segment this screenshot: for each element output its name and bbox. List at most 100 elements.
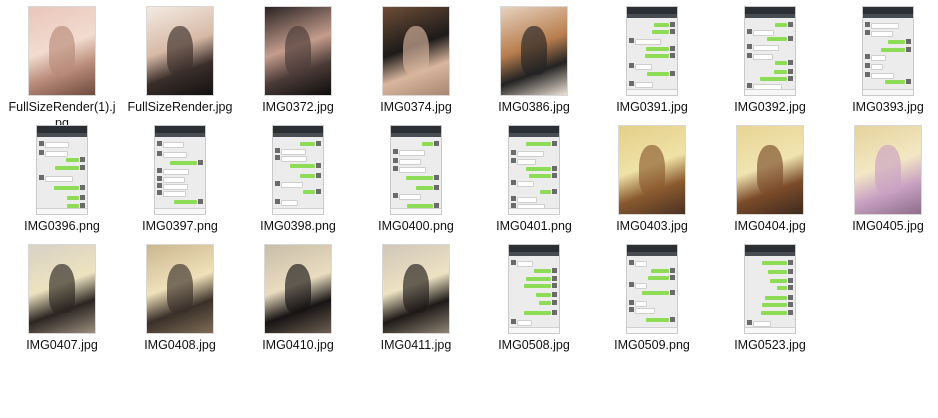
file-name: IMG0405.jpg bbox=[852, 219, 924, 233]
file-thumbnail-area bbox=[478, 242, 590, 336]
file-name: IMG0393.jpg bbox=[852, 100, 924, 114]
photo-thumbnail[interactable] bbox=[382, 6, 450, 96]
chat-screenshot-thumbnail[interactable] bbox=[862, 6, 914, 96]
chat-screenshot-thumbnail[interactable] bbox=[508, 244, 560, 334]
chat-screenshot-thumbnail[interactable] bbox=[626, 244, 678, 334]
chat-screenshot-thumbnail[interactable] bbox=[744, 244, 796, 334]
file-item[interactable]: IMG0391.jpg bbox=[596, 4, 708, 122]
file-name: FullSizeRender.jpg bbox=[127, 100, 233, 114]
file-item[interactable]: IMG0403.jpg bbox=[596, 123, 708, 241]
photo-thumbnail[interactable] bbox=[500, 6, 568, 96]
file-name: IMG0407.jpg bbox=[26, 338, 98, 352]
file-item[interactable]: FullSizeRender(1).jpg bbox=[6, 4, 118, 130]
file-thumbnail-area bbox=[478, 123, 590, 217]
file-name: IMG0398.png bbox=[260, 219, 336, 233]
file-name: IMG0410.jpg bbox=[262, 338, 334, 352]
photo-subject bbox=[166, 26, 194, 75]
file-thumbnail-area bbox=[6, 4, 118, 98]
chat-screenshot-thumbnail[interactable] bbox=[508, 125, 560, 215]
photo-subject bbox=[402, 26, 430, 75]
file-item[interactable]: IMG0372.jpg bbox=[242, 4, 354, 122]
photo-thumbnail[interactable] bbox=[28, 244, 96, 334]
file-item[interactable]: IMG0404.jpg bbox=[714, 123, 826, 241]
file-thumbnail-area bbox=[242, 4, 354, 98]
photo-subject bbox=[284, 264, 312, 313]
file-thumbnail-area bbox=[360, 123, 472, 217]
file-name: IMG0397.png bbox=[142, 219, 218, 233]
photo-thumbnail[interactable] bbox=[618, 125, 686, 215]
file-item[interactable]: IMG0523.jpg bbox=[714, 242, 826, 360]
file-name: IMG0403.jpg bbox=[616, 219, 688, 233]
file-name: IMG0408.jpg bbox=[144, 338, 216, 352]
file-thumbnail-area bbox=[478, 4, 590, 98]
file-name: IMG0523.jpg bbox=[734, 338, 806, 352]
file-name: IMG0391.jpg bbox=[616, 100, 688, 114]
file-thumbnail-area bbox=[124, 4, 236, 98]
file-thumbnail-area bbox=[6, 242, 118, 336]
file-name: IMG0396.png bbox=[24, 219, 100, 233]
file-item[interactable]: IMG0407.jpg bbox=[6, 242, 118, 360]
file-thumbnail-area bbox=[242, 242, 354, 336]
chat-screenshot-thumbnail[interactable] bbox=[390, 125, 442, 215]
file-thumbnail-area bbox=[596, 242, 708, 336]
file-item[interactable]: IMG0374.jpg bbox=[360, 4, 472, 122]
file-name: IMG0508.jpg bbox=[498, 338, 570, 352]
photo-subject bbox=[756, 145, 784, 194]
photo-thumbnail[interactable] bbox=[854, 125, 922, 215]
photo-subject bbox=[402, 264, 430, 313]
photo-thumbnail[interactable] bbox=[264, 6, 332, 96]
chat-screenshot-thumbnail[interactable] bbox=[154, 125, 206, 215]
file-name: IMG0392.jpg bbox=[734, 100, 806, 114]
file-thumbnail-area bbox=[596, 123, 708, 217]
chat-screenshot-thumbnail[interactable] bbox=[272, 125, 324, 215]
file-item[interactable]: IMG0398.png bbox=[242, 123, 354, 241]
photo-subject bbox=[48, 264, 76, 313]
file-thumbnail-area bbox=[360, 242, 472, 336]
file-item[interactable]: IMG0400.png bbox=[360, 123, 472, 241]
photo-subject bbox=[284, 26, 312, 75]
file-thumbnail-area bbox=[596, 4, 708, 98]
file-thumbnail-area bbox=[124, 242, 236, 336]
photo-thumbnail[interactable] bbox=[264, 244, 332, 334]
file-thumbnail-area bbox=[714, 4, 826, 98]
file-item[interactable]: IMG0405.jpg bbox=[832, 123, 938, 241]
file-item[interactable]: FullSizeRender.jpg bbox=[124, 4, 236, 122]
file-item[interactable]: IMG0408.jpg bbox=[124, 242, 236, 360]
photo-subject bbox=[520, 26, 548, 75]
file-thumbnail-area bbox=[714, 123, 826, 217]
file-item[interactable]: IMG0410.jpg bbox=[242, 242, 354, 360]
photo-thumbnail[interactable] bbox=[146, 6, 214, 96]
photo-thumbnail[interactable] bbox=[382, 244, 450, 334]
file-item[interactable]: IMG0509.png bbox=[596, 242, 708, 360]
file-grid: FullSizeRender(1).jpg FullSizeRender.jpg I… bbox=[6, 4, 936, 414]
photo-thumbnail[interactable] bbox=[736, 125, 804, 215]
photo-thumbnail[interactable] bbox=[146, 244, 214, 334]
file-item[interactable]: IMG0401.png bbox=[478, 123, 590, 241]
file-item[interactable]: IMG0386.jpg bbox=[478, 4, 590, 122]
file-thumbnail-area bbox=[714, 242, 826, 336]
file-item[interactable]: IMG0411.jpg bbox=[360, 242, 472, 360]
file-name: IMG0401.png bbox=[496, 219, 572, 233]
chat-screenshot-thumbnail[interactable] bbox=[36, 125, 88, 215]
photo-subject bbox=[638, 145, 666, 194]
file-thumbnail-area bbox=[832, 123, 938, 217]
file-item[interactable]: IMG0393.jpg bbox=[832, 4, 938, 122]
file-name: IMG0404.jpg bbox=[734, 219, 806, 233]
file-name: IMG0411.jpg bbox=[380, 338, 452, 352]
chat-screenshot-thumbnail[interactable] bbox=[626, 6, 678, 96]
file-name: IMG0509.png bbox=[614, 338, 690, 352]
file-thumbnail-area bbox=[6, 123, 118, 217]
file-item[interactable]: IMG0396.png bbox=[6, 123, 118, 241]
file-thumbnail-area bbox=[124, 123, 236, 217]
file-thumbnail-area bbox=[832, 4, 938, 98]
file-item[interactable]: IMG0508.jpg bbox=[478, 242, 590, 360]
file-name: IMG0386.jpg bbox=[498, 100, 570, 114]
photo-thumbnail[interactable] bbox=[28, 6, 96, 96]
file-name: IMG0374.jpg bbox=[380, 100, 452, 114]
file-item[interactable]: IMG0397.png bbox=[124, 123, 236, 241]
file-item[interactable]: IMG0392.jpg bbox=[714, 4, 826, 122]
file-thumbnail-area bbox=[242, 123, 354, 217]
chat-screenshot-thumbnail[interactable] bbox=[744, 6, 796, 96]
file-name: IMG0372.jpg bbox=[262, 100, 334, 114]
file-name: IMG0400.png bbox=[378, 219, 454, 233]
